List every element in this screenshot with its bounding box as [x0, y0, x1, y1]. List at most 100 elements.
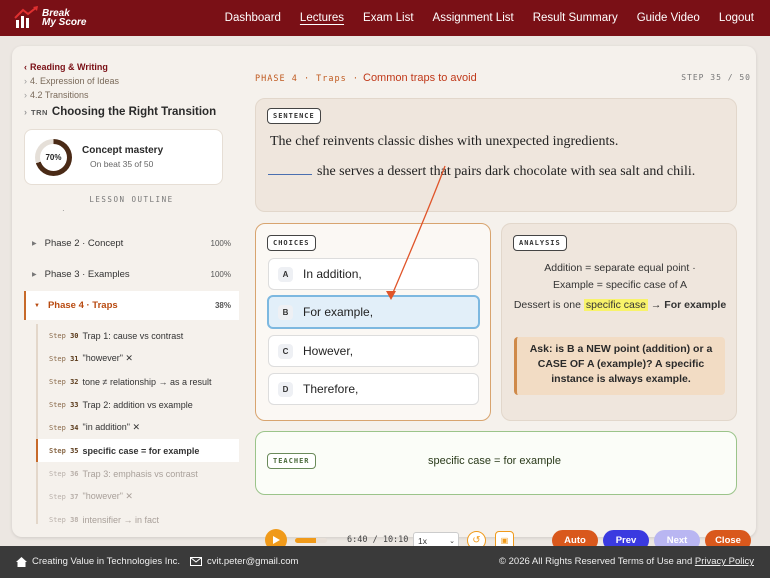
- progress-fill: [295, 538, 317, 543]
- sentence-blank: [268, 159, 312, 175]
- footer-email-text: cvit.peter@gmail.com: [207, 556, 299, 567]
- step-num: 37: [70, 492, 79, 501]
- choice-c[interactable]: C However,: [268, 335, 479, 367]
- teacher-text: specific case = for example: [428, 455, 561, 467]
- step-item[interactable]: Step 32 tone ≠ relationship → as a result: [38, 370, 239, 393]
- phase-header-label: PHASE 4 · Traps ·: [255, 74, 359, 84]
- teacher-tag: TEACHER: [267, 453, 316, 469]
- choice-b-selected[interactable]: B For example,: [267, 295, 480, 329]
- phase-percent: 100%: [210, 270, 231, 279]
- chevron-right-icon: ›: [24, 90, 27, 100]
- step-number: Step 35: [49, 447, 79, 455]
- choices-panel: CHOICES A In addition, B For example, C …: [255, 223, 491, 421]
- phase-label: Phase 4 · Traps: [47, 300, 118, 311]
- step-prefix: Step: [49, 400, 66, 409]
- choice-d[interactable]: D Therefore,: [268, 373, 479, 405]
- step-item[interactable]: Step 34 "in addition" ✕: [38, 416, 239, 439]
- analysis-highlight: specific case: [583, 299, 648, 311]
- logo[interactable]: Break My Score: [14, 6, 86, 30]
- step-num: 31: [70, 354, 79, 363]
- step-item[interactable]: Step 37 "however" ✕: [38, 485, 239, 508]
- step-item-current[interactable]: Step 35 specific case = for example: [36, 439, 239, 462]
- step-number: Step 32: [49, 378, 79, 386]
- phase-header-title: Common traps to avoid: [363, 72, 477, 84]
- speed-value: 1x: [418, 535, 427, 546]
- step-item[interactable]: Step 38 intensifier → in fact: [38, 508, 239, 525]
- analysis-ask-callout: Ask: is B a NEW point (addition) or a CA…: [514, 337, 725, 395]
- mastery-ring: 70%: [35, 138, 72, 176]
- phase-label: Phase 3 · Examples: [44, 269, 130, 280]
- analysis-tag: ANALYSIS: [513, 235, 567, 251]
- step-number: Step 30: [49, 332, 79, 340]
- step-num: 32: [70, 377, 79, 386]
- footer-copyright-text: © 2026 All Rights Reserved Terms of Use …: [499, 556, 693, 567]
- nav-guide-video[interactable]: Guide Video: [637, 12, 700, 24]
- step-prefix: Step: [49, 423, 66, 432]
- footer: Creating Value in Technologies Inc. cvit…: [0, 546, 770, 578]
- breadcrumb-section[interactable]: › 4.2 Transitions: [24, 88, 239, 102]
- analysis-line-3-post: → For example: [650, 299, 727, 311]
- nav-assignment-list[interactable]: Assignment List: [433, 12, 514, 24]
- phase-item-concept[interactable]: ▶ Phase 2 · Concept 100%: [24, 229, 239, 258]
- page-frame: ‹ Reading & Writing › 4. Expression of Ide…: [0, 36, 770, 551]
- nav-result-summary[interactable]: Result Summary: [533, 12, 618, 24]
- logo-text-line2: My Score: [42, 17, 87, 28]
- lesson-title: › TRN Choosing the Right Transition: [24, 106, 239, 118]
- footer-company: Creating Value in Technologies Inc.: [16, 556, 180, 567]
- breadcrumb-subject[interactable]: ‹ Reading & Writing: [24, 60, 239, 74]
- mastery-card: 70% Concept mastery On beat 35 of 50: [24, 129, 223, 185]
- choice-a[interactable]: A In addition,: [268, 258, 479, 290]
- step-item[interactable]: Step 30 Trap 1: cause vs contrast: [38, 324, 239, 347]
- step-prefix: Step: [49, 377, 66, 386]
- step-item[interactable]: Step 33 Trap 2: addition vs example: [38, 393, 239, 416]
- phase-label: Phase 2 · Concept: [44, 238, 124, 249]
- chevron-down-icon: ⌄: [449, 537, 455, 545]
- mail-icon: [190, 557, 202, 566]
- chevron-left-icon: ‹: [24, 62, 27, 72]
- breadcrumb-unit[interactable]: › 4. Expression of Ideas: [24, 74, 239, 88]
- analysis-conclusion: Dessert is one specific case → For examp…: [512, 297, 728, 314]
- step-num: 30: [70, 331, 79, 340]
- replay-icon: ↺: [472, 535, 481, 546]
- step-label: "in addition" ✕: [82, 422, 140, 432]
- phase-item-examples[interactable]: ▶ Phase 3 · Examples 100%: [24, 260, 239, 289]
- time-display: 6:40 / 10:10: [347, 535, 409, 545]
- progress-bar[interactable]: [295, 538, 327, 543]
- step-prefix: Step: [49, 469, 66, 478]
- privacy-policy-link[interactable]: Privacy Policy: [695, 556, 754, 567]
- choice-text: Therefore,: [303, 382, 359, 396]
- footer-email[interactable]: cvit.peter@gmail.com: [190, 556, 298, 567]
- analysis-line-2: Example = specific case of A: [553, 279, 687, 291]
- sentence-line-1: The chef reinvents classic dishes with u…: [270, 134, 619, 149]
- choice-letter: B: [278, 304, 293, 320]
- footer-copyright: © 2026 All Rights Reserved Terms of Use …: [499, 556, 754, 567]
- breadcrumb-unit-label: 4. Expression of Ideas: [30, 76, 120, 86]
- mastery-title: Concept mastery: [82, 145, 164, 156]
- triangle-right-icon: ▶: [32, 272, 37, 278]
- phase-header: PHASE 4 · Traps · Common traps to avoid: [255, 72, 477, 84]
- nav-exam-list[interactable]: Exam List: [363, 12, 414, 24]
- step-num: 36: [70, 469, 79, 478]
- chevron-right-icon: ›: [24, 107, 27, 117]
- choice-text: For example,: [303, 305, 374, 319]
- outline-heading: LESSON OUTLINE: [89, 195, 174, 204]
- main-nav: Dashboard Lectures Exam List Assignment …: [225, 0, 754, 36]
- nav-dashboard[interactable]: Dashboard: [225, 12, 281, 24]
- footer-company-name: Creating Value in Technologies Inc.: [32, 556, 181, 567]
- step-list: Step 30 Trap 1: cause vs contrast Step 31…: [36, 324, 239, 524]
- step-prefix: Step: [49, 446, 66, 455]
- triangle-down-icon: ▼: [34, 302, 40, 309]
- choice-text: However,: [303, 344, 354, 358]
- step-label: "however" ✕: [82, 491, 133, 501]
- lesson-main: PHASE 4 · Traps · Common traps to avoid S…: [255, 56, 756, 516]
- step-item[interactable]: Step 36 Trap 3: emphasis vs contrast: [38, 462, 239, 485]
- nav-logout[interactable]: Logout: [719, 12, 754, 24]
- step-item[interactable]: Step 31 "however" ✕: [38, 347, 239, 370]
- lesson-sidebar: ‹ Reading & Writing › 4. Expression of Ide…: [24, 56, 239, 524]
- breadcrumb-subject-label: Reading & Writing: [30, 62, 108, 72]
- step-number: Step 38: [49, 516, 79, 524]
- teacher-panel: TEACHER specific case = for example: [255, 431, 737, 495]
- nav-lectures[interactable]: Lectures: [300, 12, 344, 24]
- phase-item-traps[interactable]: ▼ Phase 4 · Traps 38%: [24, 291, 239, 320]
- step-number: Step 33: [49, 401, 79, 409]
